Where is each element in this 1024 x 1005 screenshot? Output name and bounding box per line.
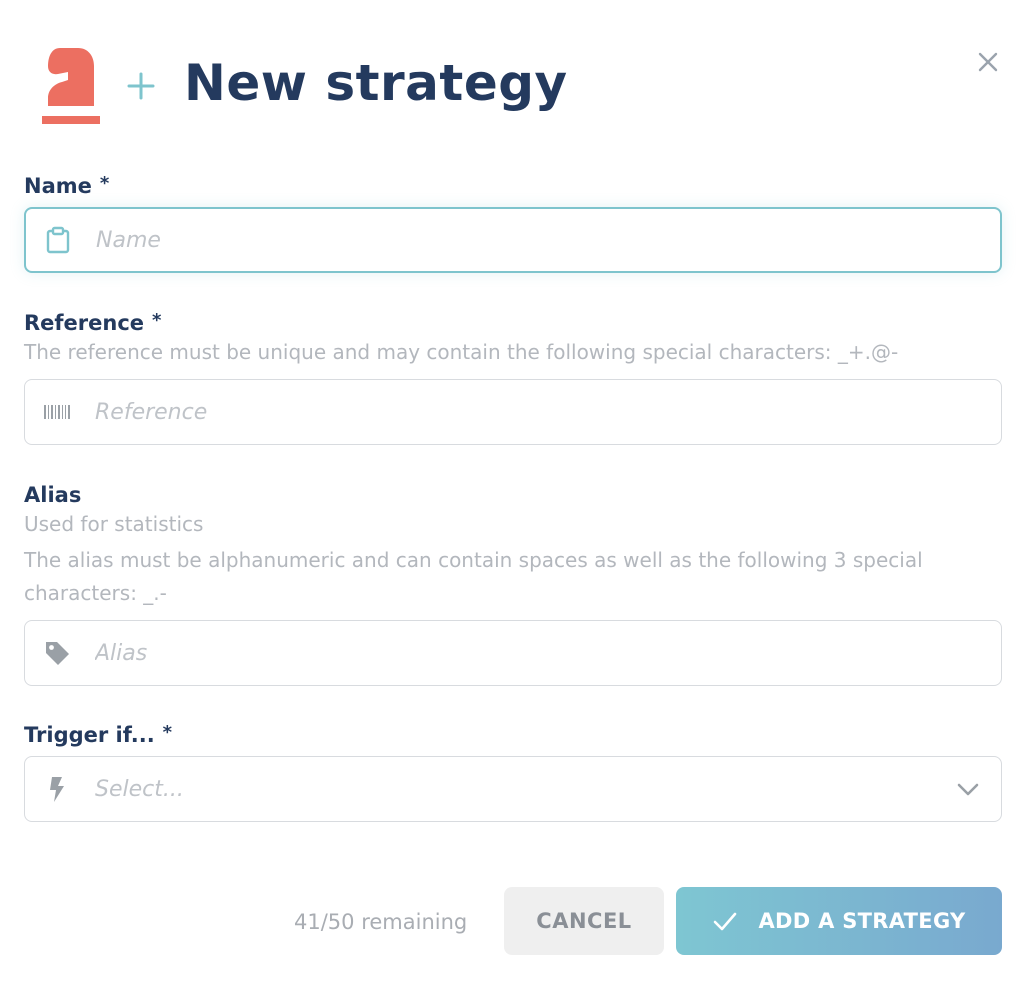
name-label-text: Name bbox=[24, 174, 92, 198]
page-title: New strategy bbox=[184, 54, 568, 112]
name-field[interactable] bbox=[24, 207, 1002, 273]
close-icon[interactable] bbox=[974, 48, 1002, 76]
alias-field[interactable] bbox=[24, 620, 1002, 686]
add-strategy-button[interactable]: ADD A STRATEGY bbox=[676, 887, 1002, 955]
alias-input[interactable] bbox=[95, 640, 915, 666]
required-marker: * bbox=[162, 722, 173, 743]
cancel-button[interactable]: CANCEL bbox=[504, 887, 664, 955]
chevron-down-icon[interactable] bbox=[955, 776, 981, 802]
check-icon bbox=[714, 912, 737, 931]
modal-header: New strategy bbox=[40, 44, 568, 128]
required-marker: * bbox=[152, 310, 162, 331]
alias-help-text-2: The alias must be alphanumeric and can c… bbox=[24, 548, 923, 605]
trigger-label-text: Trigger if... bbox=[24, 723, 155, 747]
reference-help-text: The reference must be unique and may con… bbox=[24, 340, 899, 364]
barcode-icon bbox=[44, 405, 70, 419]
plus-icon bbox=[127, 72, 155, 100]
tag-icon bbox=[46, 642, 69, 665]
new-strategy-modal: New strategy Name * Reference * The refere… bbox=[0, 0, 1024, 1005]
alias-label: Alias bbox=[24, 483, 82, 507]
chess-knight-icon bbox=[42, 48, 100, 124]
reference-label-text: Reference bbox=[24, 311, 145, 335]
remaining-count: 41/50 remaining bbox=[294, 910, 468, 934]
trigger-select-value: Select... bbox=[95, 776, 184, 802]
alias-help-text-1: Used for statistics bbox=[24, 512, 204, 536]
name-label: Name * bbox=[24, 173, 110, 198]
trigger-label: Trigger if... * bbox=[24, 722, 173, 747]
name-input[interactable] bbox=[96, 227, 916, 253]
bolt-icon bbox=[50, 777, 64, 802]
reference-label: Reference * bbox=[24, 310, 162, 335]
clipboard-icon bbox=[46, 226, 70, 254]
reference-field[interactable] bbox=[24, 379, 1002, 445]
add-strategy-label: ADD A STRATEGY bbox=[758, 909, 966, 933]
required-marker: * bbox=[99, 173, 110, 194]
trigger-select[interactable]: Select... bbox=[24, 756, 1002, 822]
reference-input[interactable] bbox=[95, 399, 915, 425]
